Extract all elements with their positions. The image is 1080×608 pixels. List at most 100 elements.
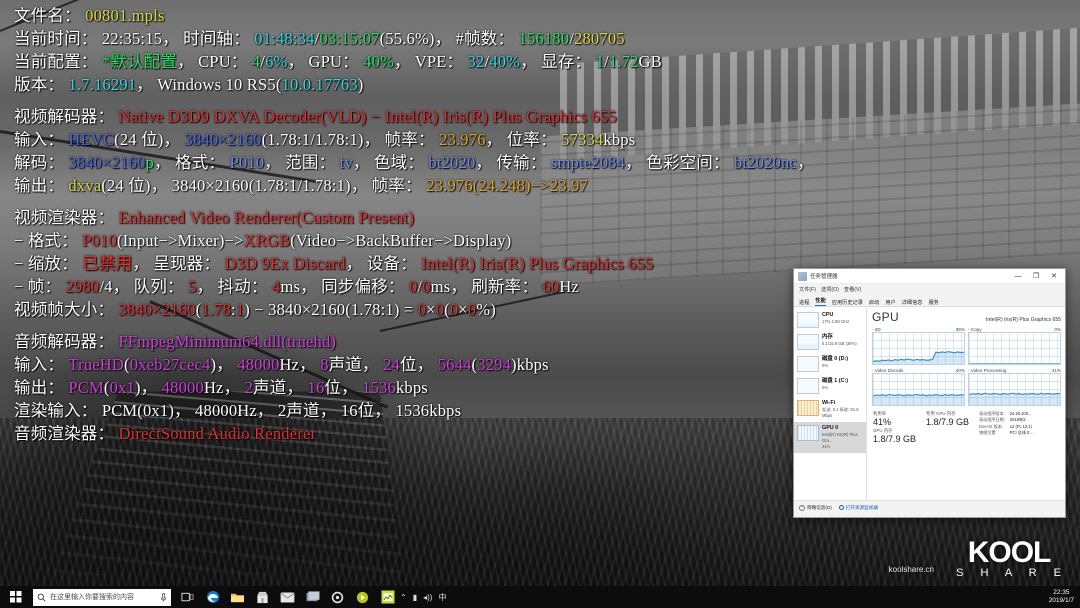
osd-text: 5 (184, 277, 197, 296)
settings-icon[interactable] (325, 586, 350, 608)
sidebar-item-disk[interactable]: 磁盘 1 (C:)0% (794, 375, 866, 397)
osd-text: ， (113, 277, 130, 296)
performance-sidebar[interactable]: CPU17% 2.88 GHz内存6.1/15.9 GB (38%)磁盘 0 (… (794, 307, 867, 500)
osd-text: 色彩空间： (642, 153, 730, 172)
osd-text: 3840×2160 (64, 153, 145, 172)
task-manager-icon (798, 272, 807, 281)
media-player-icon[interactable] (300, 586, 325, 608)
osd-text: 视频帧大小： (14, 300, 114, 319)
minimize-button[interactable]: — (1009, 269, 1027, 284)
osd-text: 0 (405, 277, 418, 296)
tab-用户[interactable]: 用户 (885, 299, 895, 306)
search-box[interactable]: 在这里输入你要搜索的内容 (33, 589, 171, 606)
osd-text: Windows 10 RS5( (153, 75, 282, 94)
edge-icon[interactable] (200, 586, 225, 608)
osd-text: (24 位)， (114, 130, 180, 149)
volume-icon[interactable]: ◂)) (423, 593, 432, 602)
tab-进程[interactable]: 进程 (799, 299, 809, 306)
osd-text: 2 (240, 378, 253, 397)
system-tray[interactable]: ⌃ ▮ ◂)) 中 (400, 592, 446, 603)
fewer-details-button[interactable]: ⌃ 简略信息(D) (799, 505, 832, 511)
osd-text: 音频解码器： (14, 332, 114, 351)
window-titlebar[interactable]: 任务管理器 — ❐ ✕ (794, 269, 1065, 284)
mail-icon[interactable] (275, 586, 300, 608)
start-button[interactable] (0, 586, 32, 608)
sidebar-item-label: 磁盘 0 (D:) (822, 356, 848, 363)
file-explorer-icon[interactable] (225, 586, 250, 608)
osd-text: 0 (468, 300, 476, 319)
osd-text: 传输： (492, 153, 546, 172)
stat-column-middle: 专用 GPU 内存 1.8/7.9 GB (926, 411, 969, 445)
gear-icon (839, 505, 844, 510)
tab-详细信息[interactable]: 详细信息 (902, 299, 923, 306)
meta-key: 物理位置: (979, 430, 1005, 436)
osd-text: p (146, 153, 154, 172)
osd-text: 刷新率： (467, 277, 538, 296)
osd-text: GPU： (304, 52, 359, 71)
windows-taskbar[interactable]: 在这里输入你要搜索的内容 ⌃ ▮ ◂)) 中 22:35 2019/1/7 (0, 586, 1080, 608)
osd-text: (Video−>BackBuffer−>Display) (290, 231, 511, 250)
osd-text: ， (177, 52, 194, 71)
osd-line-time: 当前时间： 22:35:15， 时间轴： 01:48:34/03:15:07(5… (14, 27, 1074, 50)
osd-text: 抖动： (213, 277, 267, 296)
osd-text: 解码： (14, 153, 64, 172)
graph-line (969, 333, 1060, 364)
sidebar-item-mem[interactable]: 内存6.1/15.9 GB (38%) (794, 331, 866, 353)
engine-graph-canvas (872, 332, 965, 365)
osd-text: − 帧： (14, 277, 61, 296)
menu-bar[interactable]: 文件(F) 选项(O) 查看(V) (794, 284, 1065, 295)
osd-text: 0xeb27cec4 (130, 355, 211, 374)
menu-item-0[interactable]: 文件(F) (799, 286, 816, 293)
menu-item-1[interactable]: 选项(O) (821, 286, 839, 293)
tab-bar[interactable]: 进程性能应用历史记录启动用户详细信息服务 (794, 295, 1065, 307)
search-input[interactable]: 在这里输入你要搜索的内容 (50, 592, 156, 602)
osd-text: 3840×2160 (114, 300, 195, 319)
sidebar-item-label: CPU (822, 312, 849, 319)
osd-text: ， (264, 153, 281, 172)
taskbar-icons[interactable] (175, 586, 400, 608)
watermark-url: koolshare.cn (889, 565, 934, 574)
task-view-icon[interactable] (175, 586, 200, 608)
osd-text: ， (353, 153, 370, 172)
osd-text: Hz， (204, 378, 240, 397)
sidebar-item-net[interactable]: Wi-Fi发送: 0.1 接收: 61.8 Mbps (794, 397, 866, 422)
osd-line-video-renderer: 视频渲染器： Enhanced Video Renderer(Custom Pr… (14, 206, 1074, 229)
osd-text: 60 (538, 277, 559, 296)
network-icon[interactable]: ▮ (413, 593, 417, 602)
osd-text: *默认配置 (98, 52, 178, 71)
osd-text: dxva (64, 176, 101, 195)
osd-text: Intel(R) Iris(R) Plus Graphics 655 (417, 254, 654, 273)
ime-icon[interactable]: 中 (438, 592, 446, 603)
osd-text: ) (358, 75, 364, 94)
osd-text: 6% (265, 52, 287, 71)
sidebar-item-cpu[interactable]: CPU17% 2.88 GHz (794, 309, 866, 331)
osd-text: kbps (603, 130, 635, 149)
osd-text: 位， (324, 378, 357, 397)
close-button[interactable]: ✕ (1045, 269, 1063, 284)
osd-text: (24 位)， (101, 176, 167, 195)
taskbar-clock[interactable]: 22:35 2019/1/7 (1049, 589, 1080, 605)
clock-time: 22:35 (1049, 589, 1074, 597)
task-manager-window[interactable]: 任务管理器 — ❐ ✕ 文件(F) 选项(O) 查看(V) 进程性能应用历史记录启动… (793, 268, 1066, 518)
osd-text: × (426, 300, 436, 319)
potplayer-icon[interactable] (350, 586, 375, 608)
open-resource-monitor-link[interactable]: 打开资源监视器 (839, 505, 878, 511)
sidebar-item-disk[interactable]: 磁盘 0 (D:)0% (794, 353, 866, 375)
maximize-button[interactable]: ❐ (1027, 269, 1045, 284)
osd-text: 0 (436, 300, 444, 319)
store-icon[interactable] (250, 586, 275, 608)
task-manager-icon[interactable] (375, 586, 400, 608)
menu-item-2[interactable]: 查看(V) (844, 286, 861, 293)
osd-text: ， (520, 52, 537, 71)
tray-chevron-icon[interactable]: ⌃ (400, 593, 407, 602)
sidebar-item-sub: 6.1/15.9 GB (38%) (822, 341, 857, 347)
osd-text: 视频解码器： (14, 107, 114, 126)
tab-启动[interactable]: 启动 (869, 299, 879, 306)
tab-性能[interactable]: 性能 (815, 297, 825, 306)
tab-服务[interactable]: 服务 (928, 299, 938, 306)
osd-text: XRGB (244, 231, 291, 250)
osd-text: )， (211, 355, 233, 374)
tab-应用历史记录[interactable]: 应用历史记录 (832, 299, 863, 306)
osd-text: 同步偏移： (317, 277, 405, 296)
sidebar-item-gpu[interactable]: GPU 0Intel(R) Iris(R) Plus Gra...41% (794, 422, 866, 453)
